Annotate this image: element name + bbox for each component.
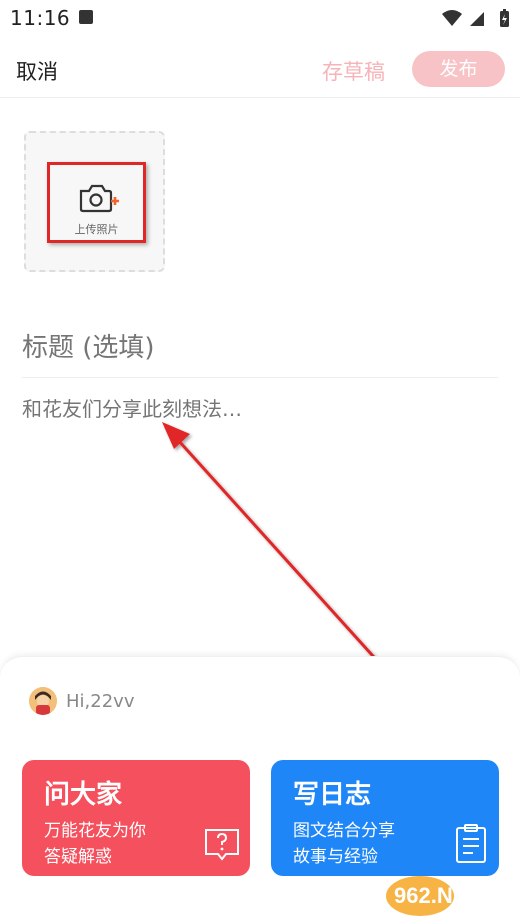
watermark-sub: 乐游网 — [460, 909, 499, 924]
card-subtitle-line: 万能花友为你 — [44, 821, 146, 841]
upload-photo-button[interactable]: 上传照片 — [24, 131, 165, 272]
card-title: 写日志 — [293, 780, 372, 810]
divider — [22, 377, 498, 378]
wifi-signal-battery-icon — [442, 9, 509, 27]
annotation-highlight-box: 上传照片 — [47, 162, 146, 243]
card-subtitle-line: 答疑解惑 — [44, 847, 112, 867]
notification-a-icon — [79, 10, 93, 24]
camera-add-icon — [79, 184, 119, 213]
status-bar: 11:16 — [0, 0, 520, 36]
card-title: 问大家 — [44, 780, 123, 810]
card-subtitle: 万能花友为你 答疑解惑 — [44, 818, 184, 870]
user-avatar-icon — [29, 687, 57, 715]
upload-photo-label: 上传照片 — [74, 223, 119, 236]
top-bar: 取消 存草稿 发布 — [0, 40, 520, 98]
status-time: 11:16 — [10, 6, 71, 30]
cancel-button[interactable]: 取消 — [16, 56, 58, 86]
question-chat-icon — [205, 829, 239, 861]
ask-everyone-card[interactable]: 问大家 万能花友为你 答疑解惑 — [22, 760, 250, 876]
clipboard-icon — [456, 824, 486, 863]
title-input[interactable] — [22, 322, 498, 374]
watermark-logo: 962.NET 乐游网 — [386, 876, 499, 924]
publish-button[interactable]: 发布 — [412, 51, 505, 87]
card-subtitle-line: 故事与经验 — [293, 847, 378, 867]
save-draft-button[interactable]: 存草稿 — [322, 56, 385, 86]
status-icons — [440, 8, 512, 28]
content-input[interactable] — [22, 393, 498, 593]
card-subtitle-line: 图文结合分享 — [293, 821, 395, 841]
card-subtitle: 图文结合分享 故事与经验 — [293, 818, 433, 870]
write-diary-card[interactable]: 写日志 图文结合分享 故事与经验 — [271, 760, 499, 876]
watermark-brand: 962.NET — [394, 883, 481, 908]
avatar[interactable] — [29, 687, 57, 715]
greeting-text: Hi,22vv — [66, 691, 135, 712]
